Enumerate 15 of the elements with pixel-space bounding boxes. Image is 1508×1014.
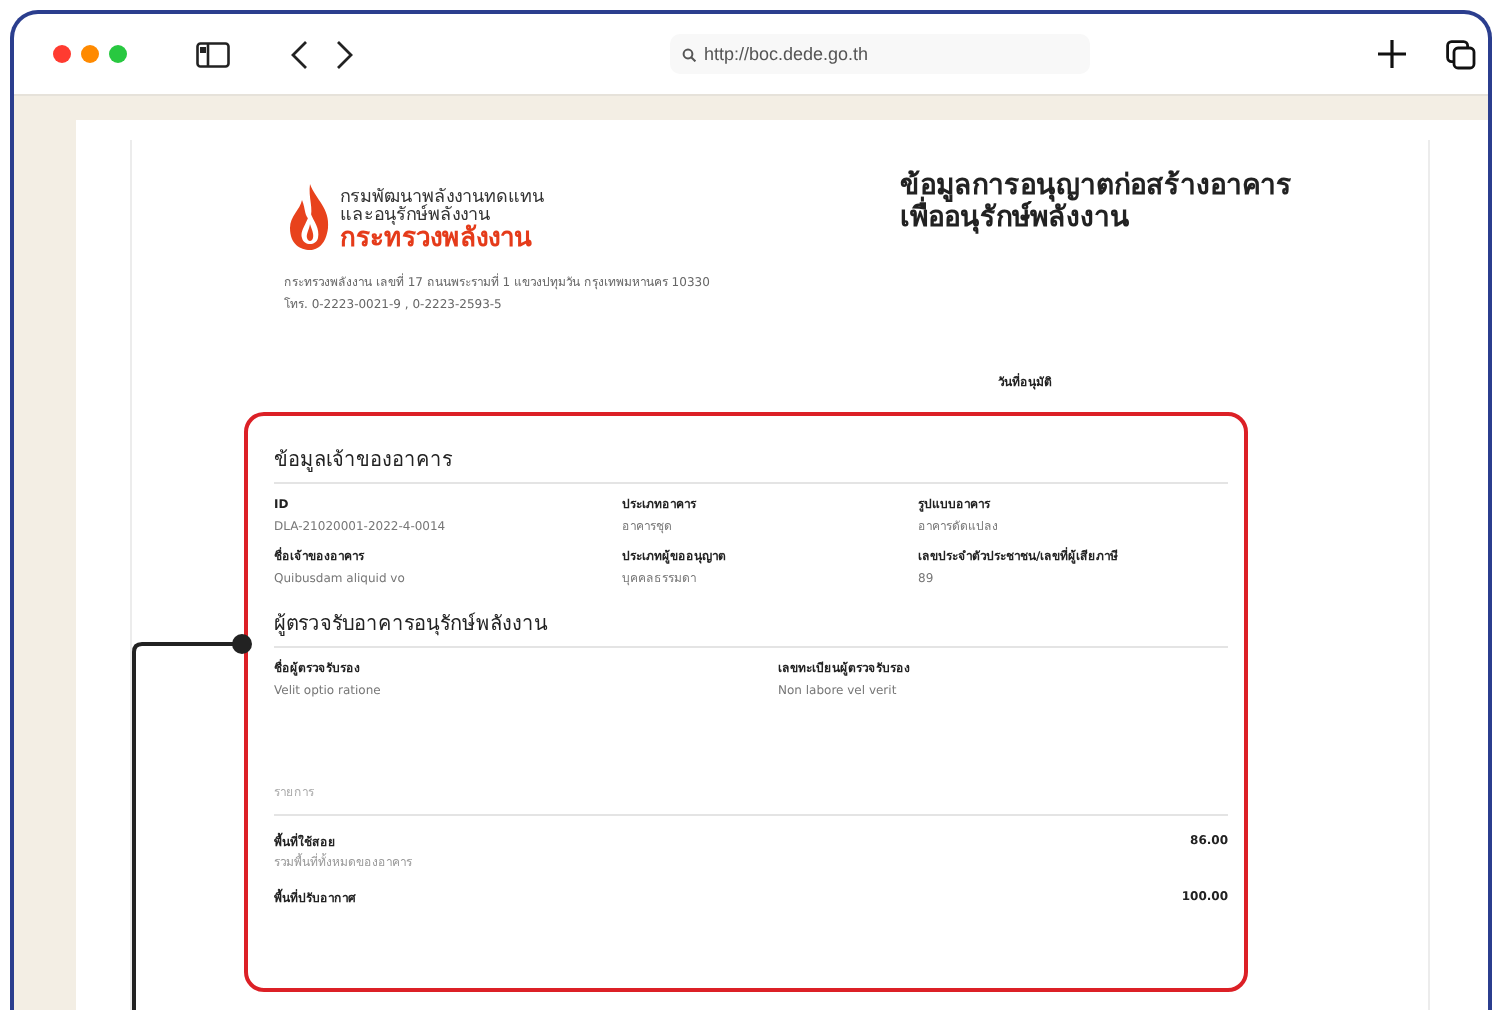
- forward-icon[interactable]: [336, 39, 354, 69]
- section-title: ผู้ตรวจรับอาคารอนุรักษ์พลังงาน: [274, 608, 1228, 648]
- section-title: ข้อมูลเจ้าของอาคาร: [274, 444, 1228, 484]
- new-tab-icon[interactable]: [1378, 40, 1406, 68]
- agency-name: และอนุรักษ์พลังงาน: [340, 206, 490, 224]
- tabs-icon[interactable]: [1446, 39, 1476, 69]
- ministry-name: กระทรวงพลังงาน: [340, 224, 534, 252]
- address-bar[interactable]: http://boc.dede.go.th: [670, 34, 1090, 74]
- window-controls-icon[interactable]: [52, 44, 132, 64]
- search-icon: [682, 47, 696, 61]
- document-title: เพื่ออนุรักษ์พลังงาน: [900, 200, 1130, 232]
- agency-name: กรมพัฒนาพลังงานทดแทน: [340, 188, 544, 206]
- sidebar-icon[interactable]: [196, 41, 230, 67]
- back-icon[interactable]: [290, 39, 308, 69]
- document-title: ข้อมูลการอนุญาตก่อสร้างอาคาร: [900, 168, 1292, 200]
